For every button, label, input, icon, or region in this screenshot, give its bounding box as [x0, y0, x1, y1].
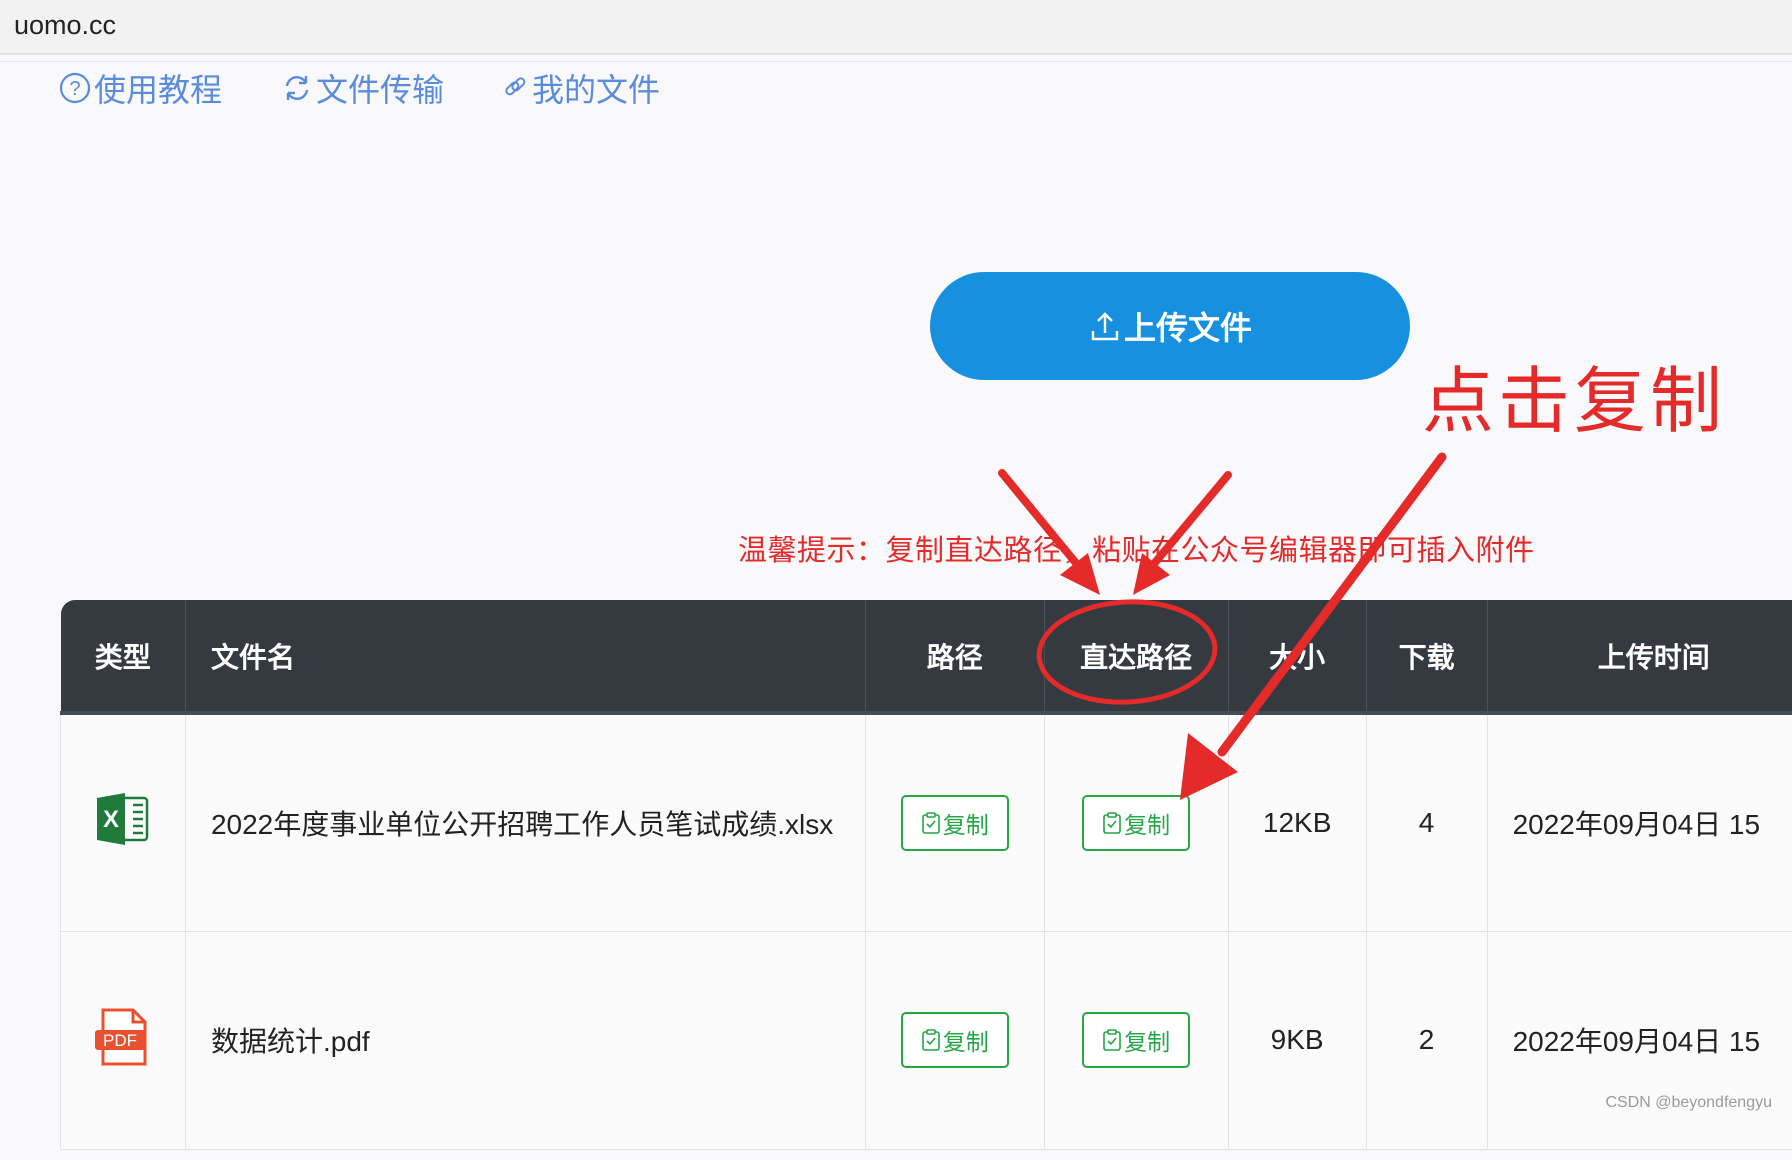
size-cell: 12KB — [1228, 713, 1366, 931]
col-direct-path: 直达路径 — [1044, 600, 1228, 713]
size-cell: 9KB — [1228, 931, 1366, 1149]
nav-label: 使用教程 — [94, 65, 222, 111]
help-circle-icon: ? — [58, 71, 92, 105]
path-cell: 复制 — [865, 713, 1044, 931]
file-table: 类型 文件名 路径 直达路径 大小 下载 上传时间 X 2022年度事业单位公开… — [60, 600, 1792, 1150]
table-row: X 2022年度事业单位公开招聘工作人员笔试成绩.xlsx 复制 复制 12KB — [61, 713, 1792, 931]
clipboard-check-icon — [1102, 1029, 1122, 1051]
col-upload-time: 上传时间 — [1487, 600, 1792, 713]
copy-direct-path-button[interactable]: 复制 — [1082, 795, 1190, 851]
pdf-label: PDF — [103, 1031, 137, 1050]
copy-path-button[interactable]: 复制 — [901, 795, 1009, 851]
col-type: 类型 — [61, 600, 186, 713]
watermark: CSDN @beyondfengyu — [1605, 1094, 1772, 1112]
link-icon — [500, 71, 530, 105]
upload-label: 上传文件 — [1124, 303, 1252, 349]
file-table-container: 类型 文件名 路径 直达路径 大小 下载 上传时间 X 2022年度事业单位公开… — [60, 600, 1792, 1160]
col-size: 大小 — [1228, 600, 1366, 713]
clipboard-check-icon — [921, 812, 941, 834]
nav-transfer[interactable]: 文件传输 — [280, 66, 444, 110]
copy-label: 复制 — [943, 1023, 989, 1057]
upload-file-button[interactable]: 上传文件 — [930, 272, 1410, 380]
clipboard-check-icon — [1102, 812, 1122, 834]
nav-tutorial[interactable]: ? 使用教程 — [58, 66, 222, 110]
svg-text:?: ? — [69, 78, 80, 100]
nav-label: 文件传输 — [316, 65, 444, 111]
filename-cell: 数据统计.pdf — [185, 931, 865, 1149]
nav-my-files[interactable]: 我的文件 — [500, 66, 660, 110]
copy-path-button[interactable]: 复制 — [901, 1012, 1009, 1068]
divider — [0, 61, 1792, 62]
type-cell: PDF — [61, 931, 186, 1149]
type-cell: X — [61, 713, 186, 931]
browser-address-bar[interactable]: uomo.cc — [0, 0, 1792, 55]
upload-icon — [1088, 309, 1122, 343]
col-downloads: 下载 — [1366, 600, 1487, 713]
copy-label: 复制 — [1124, 1023, 1170, 1057]
copy-direct-path-button[interactable]: 复制 — [1082, 1012, 1190, 1068]
hint-text: 温馨提示：复制直达路径，粘贴在公众号编辑器即可插入附件 — [738, 527, 1535, 569]
excel-file-icon: X — [95, 792, 151, 846]
direct-path-cell: 复制 — [1044, 713, 1228, 931]
url-text: uomo.cc — [14, 10, 116, 41]
copy-label: 复制 — [1124, 806, 1170, 840]
col-filename: 文件名 — [185, 600, 865, 713]
upload-time-cell: 2022年09月04日 15 — [1487, 931, 1792, 1149]
copy-label: 复制 — [943, 806, 989, 840]
downloads-cell: 4 — [1366, 713, 1487, 931]
filename-cell: 2022年度事业单位公开招聘工作人员笔试成绩.xlsx — [185, 713, 865, 931]
clipboard-check-icon — [921, 1029, 941, 1051]
table-header-row: 类型 文件名 路径 直达路径 大小 下载 上传时间 — [61, 600, 1792, 713]
direct-path-cell: 复制 — [1044, 931, 1228, 1149]
table-row: PDF 数据统计.pdf 复制 复制 9KB 2 2022 — [61, 931, 1792, 1149]
upload-time-cell: 2022年09月04日 15 — [1487, 713, 1792, 931]
downloads-cell: 2 — [1366, 931, 1487, 1149]
col-path: 路径 — [865, 600, 1044, 713]
pdf-file-icon: PDF — [93, 1007, 153, 1067]
annotation-title: 点击复制 — [1422, 342, 1726, 447]
svg-text:X: X — [103, 806, 119, 833]
nav-label: 我的文件 — [532, 65, 660, 111]
refresh-icon — [280, 71, 314, 105]
path-cell: 复制 — [865, 931, 1044, 1149]
